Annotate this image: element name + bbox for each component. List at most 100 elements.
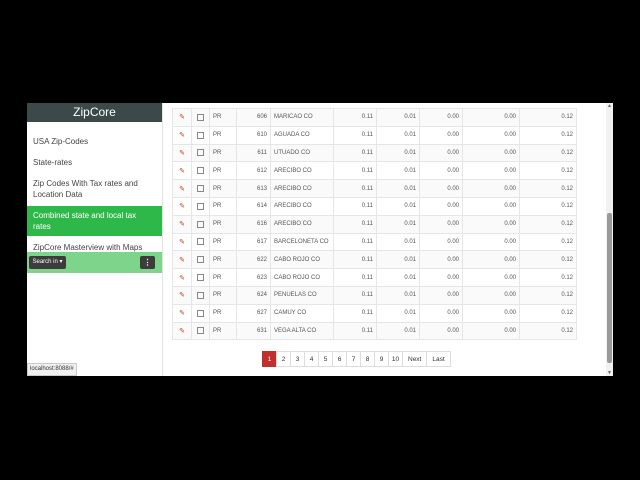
row-checkbox[interactable] <box>191 285 210 305</box>
page-link[interactable]: 4 <box>304 351 319 367</box>
rates-table: ✎ PR 606 MARICAO CO 0.11 0.01 0.00 0.00 0.12 ✎ PR 6… <box>172 108 577 341</box>
table-cell: 0.11 <box>333 303 377 323</box>
search-in-dropdown[interactable]: Search in ▾ <box>29 256 66 269</box>
table-cell: AGUADA CO <box>270 125 334 145</box>
edit-pencil-icon[interactable]: ✎ <box>172 268 192 287</box>
edit-pencil-icon[interactable]: ✎ <box>172 250 192 270</box>
table-cell: PR <box>209 303 237 323</box>
edit-pencil-icon[interactable]: ✎ <box>172 321 192 341</box>
table-cell: 611 <box>236 143 271 163</box>
row-checkbox[interactable] <box>191 268 210 287</box>
scroll-down-icon[interactable]: ▼ <box>606 370 613 376</box>
page-link[interactable]: 9 <box>374 351 389 367</box>
edit-pencil-icon[interactable]: ✎ <box>172 125 192 145</box>
table-cell: PR <box>209 179 237 198</box>
row-checkbox[interactable] <box>191 303 210 323</box>
table-row: ✎ PR 623 CABO ROJO CO 0.11 0.01 0.00 0.00 0.12 <box>172 268 577 287</box>
table-row: ✎ PR 624 PENUELAS CO 0.11 0.01 0.00 0.00 0.12 <box>172 285 577 305</box>
sidebar: ZipCore USA Zip-Codes State-rates Zip Co… <box>27 103 163 376</box>
edit-pencil-icon[interactable]: ✎ <box>172 143 192 163</box>
table-cell: 0.00 <box>462 125 520 145</box>
edit-pencil-icon[interactable]: ✎ <box>172 232 192 252</box>
last-page-button[interactable]: Last <box>426 351 451 367</box>
edit-pencil-icon[interactable]: ✎ <box>172 196 192 216</box>
table-cell: PENUELAS CO <box>270 285 334 305</box>
page-link[interactable]: 10 <box>388 351 403 367</box>
page-link[interactable]: 1 <box>262 351 277 367</box>
table-cell: 0.11 <box>333 161 377 181</box>
table-cell: ARECIBO CO <box>270 214 334 234</box>
next-page-button[interactable]: Next <box>402 351 428 367</box>
page-link[interactable]: 8 <box>360 351 375 367</box>
table-cell: PR <box>209 285 237 305</box>
page-link[interactable]: 5 <box>318 351 333 367</box>
table-cell: 622 <box>236 250 271 270</box>
page-link[interactable]: 6 <box>332 351 347 367</box>
table-cell: 0.00 <box>419 196 463 216</box>
table-cell: 0.00 <box>462 303 520 323</box>
table-cell: 0.00 <box>419 108 463 127</box>
row-checkbox[interactable] <box>191 125 210 145</box>
edit-pencil-icon[interactable]: ✎ <box>172 303 192 323</box>
sidebar-item-state-rates[interactable]: State-rates <box>27 153 162 172</box>
table-cell: 0.01 <box>376 179 420 198</box>
table-cell: MARICAO CO <box>270 108 334 127</box>
table-cell: 0.00 <box>462 214 520 234</box>
table-cell: 0.00 <box>462 179 520 198</box>
edit-pencil-icon[interactable]: ✎ <box>172 161 192 181</box>
table-cell: ARECIBO CO <box>270 179 334 198</box>
table-cell: 0.12 <box>519 285 577 305</box>
table-cell: 0.11 <box>333 179 377 198</box>
edit-pencil-icon[interactable]: ✎ <box>172 179 192 198</box>
kebab-icon[interactable]: ⋮ <box>140 256 155 269</box>
edit-pencil-icon[interactable]: ✎ <box>172 285 192 305</box>
page-link[interactable]: 2 <box>276 351 291 367</box>
table-row: ✎ PR 610 AGUADA CO 0.11 0.01 0.00 0.00 0.12 <box>172 125 577 145</box>
table-row: ✎ PR 616 ARECIBO CO 0.11 0.01 0.00 0.00 0.12 <box>172 214 577 234</box>
table-cell: 623 <box>236 268 271 287</box>
table-cell: CAMUY CO <box>270 303 334 323</box>
page-link[interactable]: 3 <box>290 351 305 367</box>
table-cell: PR <box>209 268 237 287</box>
table-cell: UTUADO CO <box>270 143 334 163</box>
table-cell: 0.12 <box>519 268 577 287</box>
sidebar-item-zip-tax-location[interactable]: Zip Codes With Tax rates and Location Da… <box>27 174 162 204</box>
table-cell: 0.12 <box>519 125 577 145</box>
sidebar-item-usa-zip-codes[interactable]: USA Zip-Codes <box>27 132 162 151</box>
row-checkbox[interactable] <box>191 232 210 252</box>
table-cell: PR <box>209 321 237 341</box>
edit-pencil-icon[interactable]: ✎ <box>172 214 192 234</box>
table-cell: 0.01 <box>376 196 420 216</box>
row-checkbox[interactable] <box>191 143 210 163</box>
table-cell: ARECIBO CO <box>270 196 334 216</box>
edit-pencil-icon[interactable]: ✎ <box>172 108 192 127</box>
table-cell: 0.00 <box>419 179 463 198</box>
row-checkbox[interactable] <box>191 108 210 127</box>
table-cell: 624 <box>236 285 271 305</box>
scrollbar[interactable]: ▲ ▼ <box>606 103 613 376</box>
table-row: ✎ PR 606 MARICAO CO 0.11 0.01 0.00 0.00 0.12 <box>172 108 577 127</box>
row-checkbox[interactable] <box>191 250 210 270</box>
page-link[interactable]: 7 <box>346 351 361 367</box>
app-window: ZipCore USA Zip-Codes State-rates Zip Co… <box>27 103 613 376</box>
main-content: ✎ PR 606 MARICAO CO 0.11 0.01 0.00 0.00 0.12 ✎ PR 6… <box>163 103 613 376</box>
table-cell: 0.12 <box>519 321 577 341</box>
table-row: ✎ PR 612 ARECIBO CO 0.11 0.01 0.00 0.00 0.12 <box>172 161 577 181</box>
table-cell: CABO ROJO CO <box>270 250 334 270</box>
table-cell: 0.11 <box>333 285 377 305</box>
sidebar-item-combined-rates[interactable]: Combined state and local tax rates <box>27 206 162 236</box>
scroll-thumb[interactable] <box>607 213 612 363</box>
table-cell: PR <box>209 196 237 216</box>
table-cell: 0.01 <box>376 285 420 305</box>
table-cell: 0.11 <box>333 268 377 287</box>
row-checkbox[interactable] <box>191 179 210 198</box>
table-cell: 0.01 <box>376 268 420 287</box>
scroll-up-icon[interactable]: ▲ <box>606 103 613 109</box>
row-checkbox[interactable] <box>191 321 210 341</box>
table-cell: 0.01 <box>376 303 420 323</box>
row-checkbox[interactable] <box>191 196 210 216</box>
table-cell: 613 <box>236 179 271 198</box>
table-cell: 0.00 <box>462 285 520 305</box>
row-checkbox[interactable] <box>191 161 210 181</box>
row-checkbox[interactable] <box>191 214 210 234</box>
